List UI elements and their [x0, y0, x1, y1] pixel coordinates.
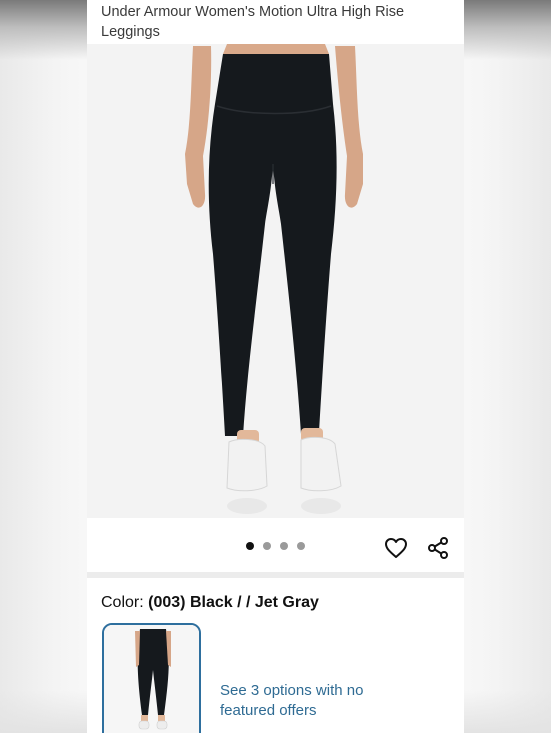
share-icon[interactable] [426, 536, 450, 560]
heart-icon[interactable] [384, 536, 408, 560]
carousel-dot[interactable] [280, 542, 288, 550]
swatch-thumbnail [104, 625, 199, 733]
color-swatch-selected[interactable] [102, 623, 201, 733]
product-title: Under Armour Women's Motion Ultra High R… [101, 4, 405, 40]
carousel-dot[interactable] [263, 542, 271, 550]
see-options-link[interactable]: See 3 options with no featured offers [220, 681, 390, 721]
product-photo [185, 44, 363, 514]
product-panel: Under Armour Women's Motion Ultra High R… [87, 0, 464, 733]
section-divider [87, 572, 464, 578]
color-label: Color: [101, 594, 144, 611]
carousel-dot[interactable] [246, 542, 254, 550]
carousel-dot[interactable] [297, 542, 305, 550]
color-value: (003) Black / / Jet Gray [148, 594, 319, 611]
product-image[interactable] [87, 44, 464, 518]
color-selection-line: Color: (003) Black / / Jet Gray [101, 594, 319, 612]
